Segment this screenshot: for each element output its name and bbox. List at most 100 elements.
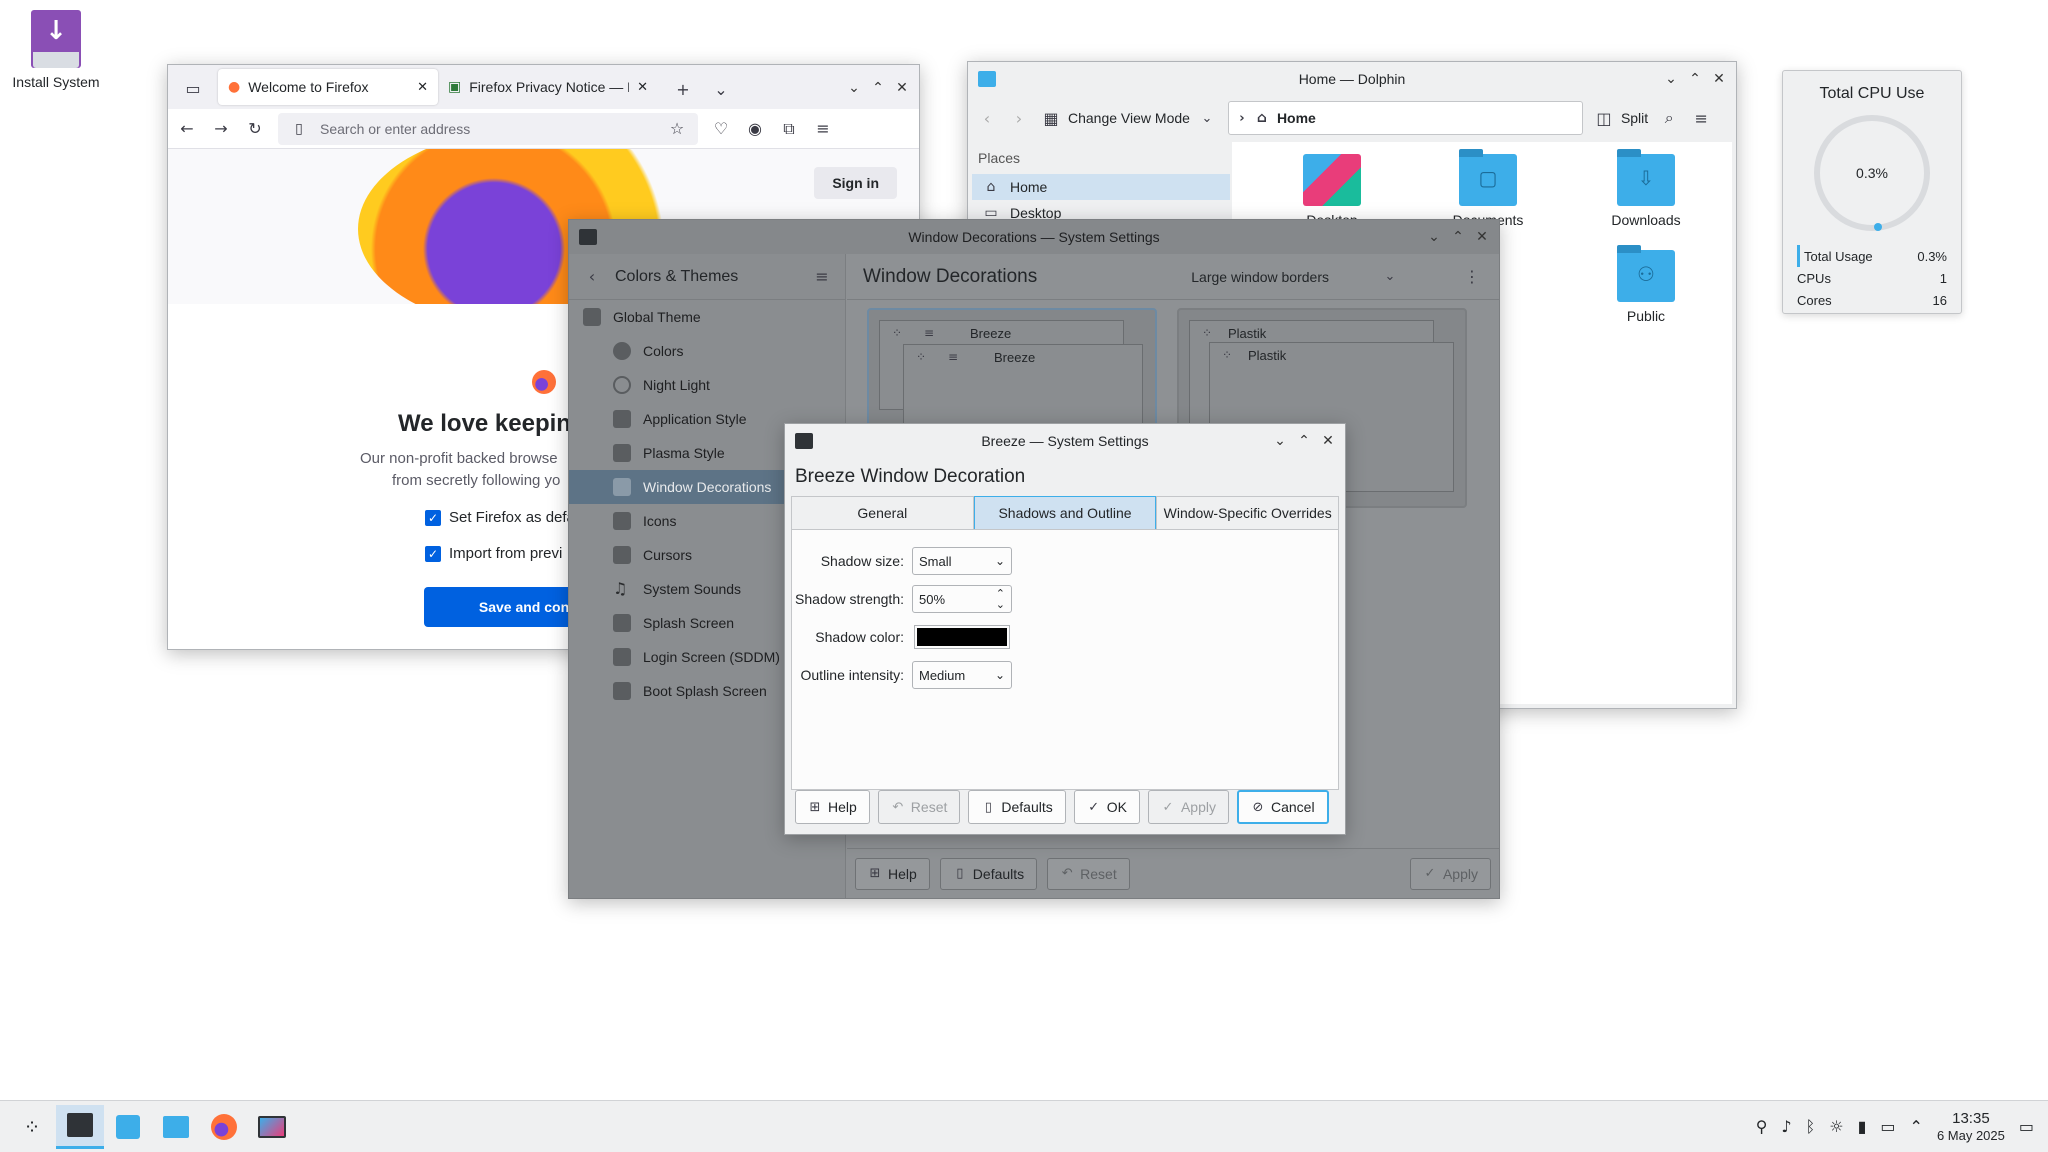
minimize-icon[interactable]: ⌄	[1425, 228, 1443, 246]
settings-main-header: Window Decorations Large window borders …	[847, 254, 1499, 300]
show-desktop-icon[interactable]: ▭	[2019, 1117, 2034, 1136]
border-size-combo[interactable]: Large window borders ⌄	[1191, 269, 1401, 285]
maximize-icon[interactable]: ⌃	[1449, 228, 1467, 246]
border-size-value: Large window borders	[1191, 268, 1329, 285]
tab-shadows-and-outline[interactable]: Shadows and Outline	[973, 496, 1157, 529]
volume-icon[interactable]: ♪	[1781, 1117, 1791, 1136]
bookmark-star-icon[interactable]: ☆	[666, 119, 688, 138]
tab-overview-icon[interactable]: ▭	[182, 79, 204, 98]
bluetooth-icon[interactable]: ᛒ	[1806, 1117, 1816, 1136]
shadow-size-label: Shadow size:	[820, 553, 904, 569]
shadow-strength-spinbox[interactable]: 50% ⌃ ⌄	[912, 585, 1012, 613]
cpu-usage-widget[interactable]: Total CPU Use 0.3% Total Usage 0.3% CPUs…	[1782, 70, 1962, 314]
tab-welcome[interactable]: ● Welcome to Firefox ✕	[218, 69, 438, 105]
shadow-size-select[interactable]: Small ⌄	[912, 547, 1012, 575]
back-arrow-icon[interactable]: ←	[176, 119, 198, 138]
minimize-icon[interactable]: ⌄	[1662, 70, 1680, 88]
address-bar[interactable]: ▯ Search or enter address ☆	[278, 112, 698, 145]
close-icon[interactable]: ✕	[1473, 228, 1491, 246]
new-tab-icon[interactable]: +	[672, 80, 694, 99]
sidebar-header: ‹ Colors & Themes ≡	[569, 254, 845, 300]
file-item-downloads[interactable]: ⇩ Downloads	[1586, 149, 1706, 228]
pocket-icon[interactable]: ♡	[710, 119, 732, 138]
search-icon[interactable]: ⌕	[1658, 108, 1680, 128]
tab-window-specific-overrides[interactable]: Window-Specific Overrides	[1156, 496, 1340, 529]
brightness-icon[interactable]: ☼	[1829, 1117, 1843, 1136]
firefox-tab-bar: ▭ ● Welcome to Firefox ✕ ▣ Firefox Priva…	[168, 65, 919, 109]
application-launcher-icon[interactable]: ⁘	[8, 1105, 56, 1149]
close-tab-icon[interactable]: ✕	[417, 80, 428, 95]
maximize-icon[interactable]: ⌃	[1295, 432, 1313, 450]
minimize-icon[interactable]: ⌄	[1271, 432, 1289, 450]
file-item-desktop[interactable]: Desktop	[1272, 154, 1392, 228]
task-system-monitor[interactable]	[248, 1105, 296, 1149]
back-chevron-icon[interactable]: ‹	[581, 267, 603, 286]
hamburger-menu-icon[interactable]: ≡	[1690, 109, 1712, 128]
maximize-icon[interactable]: ⌃	[869, 79, 887, 97]
button-label: Defaults	[1001, 799, 1053, 815]
sign-in-button[interactable]: Sign in	[814, 167, 897, 199]
cancel-button[interactable]: ⊘ Cancel	[1237, 790, 1329, 824]
minimize-icon[interactable]: ⌄	[845, 79, 863, 97]
file-item-documents[interactable]: ▢ Documents	[1428, 149, 1548, 228]
task-dolphin[interactable]	[152, 1105, 200, 1149]
reload-icon[interactable]: ↻	[244, 119, 266, 138]
display-icon[interactable]: ▭	[1880, 1117, 1895, 1136]
defaults-button[interactable]: ▯ Defaults	[939, 857, 1038, 890]
checkbox-checked-icon[interactable]: ✓	[425, 545, 441, 562]
help-button[interactable]: ⊞ Help	[855, 857, 930, 890]
reset-button[interactable]: ↶ Reset	[1047, 857, 1130, 890]
change-view-mode-button[interactable]: ▦ Change View Mode ⌄	[1040, 109, 1218, 128]
close-icon[interactable]: ✕	[1319, 432, 1337, 450]
tray-expand-icon[interactable]: ⌃	[1910, 1117, 1923, 1136]
digital-clock[interactable]: 13:35 6 May 2025	[1937, 1110, 2005, 1144]
split-button[interactable]: ◫ Split	[1593, 109, 1648, 128]
maximize-icon[interactable]: ⌃	[1686, 70, 1704, 88]
tab-general[interactable]: General	[791, 496, 974, 529]
system-settings-titlebar[interactable]: Window Decorations — System Settings ⌄ ⌃…	[569, 220, 1499, 254]
import-label: Import from previ	[449, 545, 563, 562]
sidebar-item-label: Boot Splash Screen	[643, 683, 767, 699]
checkbox-checked-icon[interactable]: ✓	[425, 509, 441, 526]
tab-privacy-notice[interactable]: ▣ Firefox Privacy Notice — M ✕	[438, 69, 658, 105]
task-system-settings[interactable]	[56, 1104, 104, 1149]
close-tab-icon[interactable]: ✕	[637, 80, 648, 95]
sidebar-item-global-theme[interactable]: Global Theme	[569, 300, 845, 334]
more-options-icon[interactable]: ⋮	[1461, 267, 1483, 286]
close-icon[interactable]: ✕	[893, 79, 911, 97]
extensions-icon[interactable]: ⧉	[778, 119, 800, 139]
cancel-icon: ⊘	[1252, 799, 1264, 815]
import-checkbox-row[interactable]: ✓ Import from previ	[425, 545, 562, 562]
defaults-button[interactable]: ▯ Defaults	[968, 790, 1066, 824]
sidebar-item-night-light[interactable]: Night Light	[569, 368, 845, 402]
spin-arrows-icon[interactable]: ⌃ ⌄	[996, 588, 1005, 610]
shadow-color-button[interactable]	[914, 625, 1010, 649]
help-button[interactable]: ⊞ Help	[795, 790, 870, 824]
places-item-home[interactable]: ⌂ Home	[972, 174, 1230, 200]
apply-button[interactable]: ✓ Apply	[1409, 857, 1491, 890]
forward-arrow-icon[interactable]: →	[210, 119, 232, 138]
task-firefox[interactable]	[200, 1105, 248, 1149]
list-tabs-chevron-icon[interactable]: ⌄	[710, 80, 732, 99]
file-item-public[interactable]: ⚇ Public	[1586, 245, 1706, 324]
back-icon[interactable]: ‹	[976, 109, 998, 128]
breeze-titlebar[interactable]: Breeze — System Settings ⌄ ⌃ ✕	[785, 424, 1345, 458]
hamburger-menu-icon[interactable]: ≡	[812, 119, 834, 138]
location-bar[interactable]: › ⌂ Home	[1227, 101, 1583, 135]
outline-intensity-select[interactable]: Medium ⌄	[912, 661, 1012, 689]
dolphin-titlebar[interactable]: Home — Dolphin ⌄ ⌃ ✕	[968, 62, 1736, 96]
hamburger-menu-icon[interactable]: ≡	[811, 267, 833, 286]
default-browser-checkbox-row[interactable]: ✓ Set Firefox as defa	[425, 509, 575, 526]
close-icon[interactable]: ✕	[1710, 70, 1728, 88]
reset-button[interactable]: ↶ Reset	[877, 790, 961, 824]
button-label: Reset	[1080, 865, 1117, 882]
ok-button[interactable]: ✓ OK	[1073, 790, 1140, 824]
battery-icon[interactable]: ▮	[1858, 1117, 1867, 1136]
install-system-desktop-icon[interactable]: ↓ Install System	[10, 10, 102, 90]
apply-button[interactable]: ✓ Apply	[1147, 790, 1229, 824]
network-icon[interactable]: ⚲	[1756, 1117, 1768, 1136]
account-icon[interactable]: ◉	[744, 119, 766, 138]
task-discover[interactable]	[104, 1105, 152, 1149]
sidebar-item-colors[interactable]: Colors	[569, 334, 845, 368]
forward-icon[interactable]: ›	[1008, 109, 1030, 128]
